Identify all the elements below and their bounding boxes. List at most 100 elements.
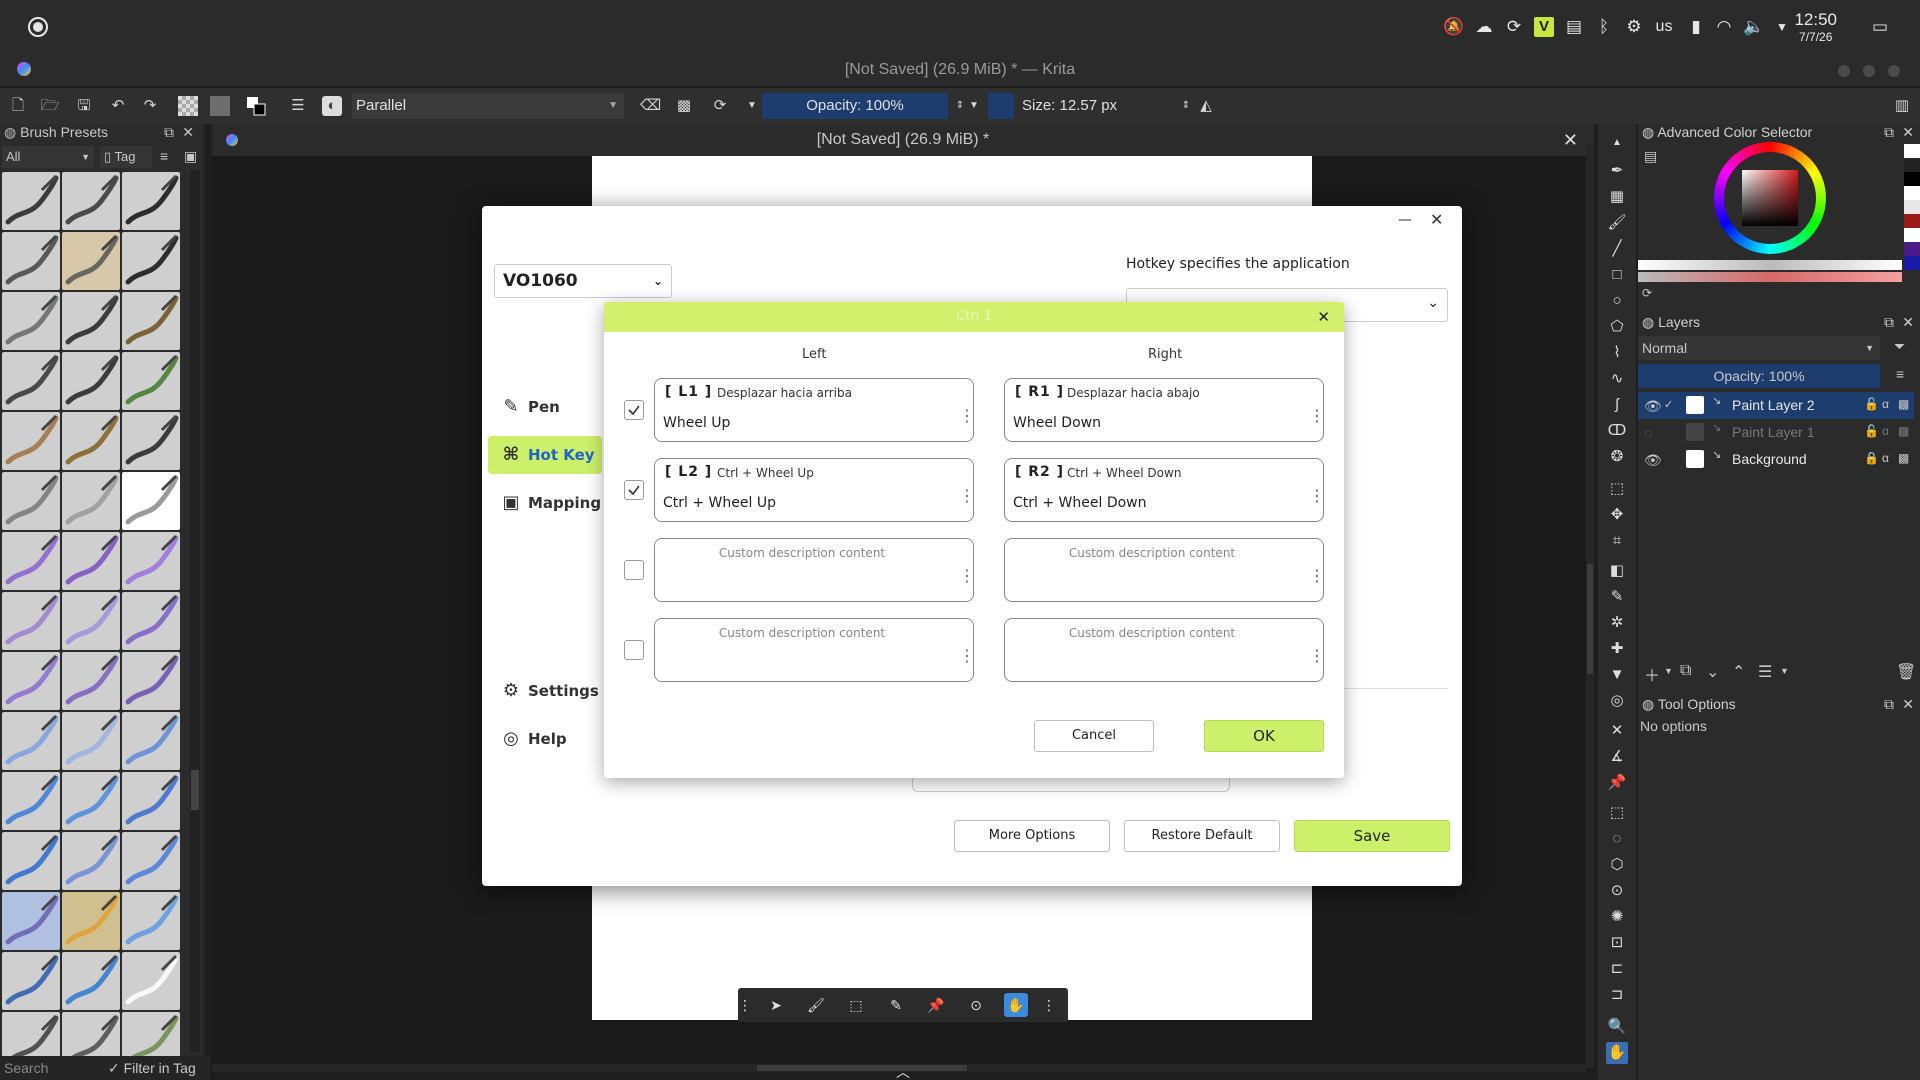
close-document-icon[interactable]: ✕ bbox=[1563, 124, 1578, 156]
notifications-off-icon[interactable]: 🔕 bbox=[1442, 15, 1466, 39]
multibrush-tool-icon[interactable]: ❂ bbox=[1606, 446, 1628, 468]
restore-default-button[interactable]: Restore Default bbox=[1124, 820, 1280, 852]
battery-icon[interactable]: ▮ bbox=[1684, 15, 1708, 39]
rectangular-selection-icon[interactable]: ⬚ bbox=[1606, 802, 1628, 824]
brush-preset-thumbnail[interactable] bbox=[122, 892, 180, 950]
key-description[interactable]: Desplazar hacia arriba bbox=[717, 386, 852, 400]
undo-icon[interactable]: ↶ bbox=[108, 96, 128, 116]
float-icon[interactable]: ⧉ bbox=[1884, 314, 1894, 331]
brush-preset-thumbnail[interactable] bbox=[2, 352, 60, 410]
cancel-button[interactable]: Cancel bbox=[1034, 720, 1154, 752]
brush-preset-thumbnail[interactable] bbox=[2, 772, 60, 830]
key-field-r4[interactable]: Custom description content ⋮ bbox=[1004, 618, 1325, 682]
minimize-icon[interactable]: — bbox=[1398, 212, 1412, 228]
blend-mode-select[interactable]: Parallel ▼ bbox=[352, 93, 624, 119]
row-checkbox[interactable] bbox=[624, 400, 644, 420]
brush-preset-thumbnail[interactable] bbox=[122, 352, 180, 410]
pin-tool-icon[interactable]: 📌 bbox=[924, 993, 948, 1017]
brush-preset-thumbnail[interactable] bbox=[2, 652, 60, 710]
brush-preset-thumbnail[interactable] bbox=[122, 472, 180, 530]
visibility-eye-icon[interactable]: 👁 bbox=[1644, 398, 1662, 415]
brush-scrollbar[interactable] bbox=[190, 170, 200, 1052]
brush-preset-thumbnail[interactable] bbox=[122, 232, 180, 290]
key-field-r2[interactable]: [ R2 ] Ctrl + Wheel Down Ctrl + Wheel Do… bbox=[1004, 458, 1325, 522]
enclose-fill-tool-icon[interactable]: ◎ bbox=[1606, 690, 1628, 712]
eraser-icon[interactable]: ⌫ bbox=[640, 96, 661, 116]
minimize-button[interactable] bbox=[1838, 65, 1850, 77]
brush-preset-thumbnail[interactable] bbox=[2, 592, 60, 650]
visibility-eye-hidden-icon[interactable]: ◌ bbox=[1644, 425, 1652, 441]
freehand-selection-icon[interactable]: ⊙ bbox=[1606, 880, 1628, 902]
clock[interactable]: 12:50 7/7/26 bbox=[1794, 10, 1837, 44]
preset-filter-select[interactable]: All ▼ bbox=[2, 146, 94, 168]
keyboard-layout[interactable]: us bbox=[1652, 15, 1676, 39]
smart-patch-tool-icon[interactable]: ✚ bbox=[1606, 638, 1628, 660]
lasso-tool-icon[interactable]: ⊙ bbox=[964, 993, 988, 1017]
colorize-mask-tool-icon[interactable]: ✲ bbox=[1606, 612, 1628, 634]
delete-layer-icon[interactable]: 🗑 bbox=[1896, 662, 1916, 682]
brush-settings-icon[interactable]: ☰ bbox=[288, 96, 308, 116]
alpha-lock-icon[interactable]: ▩ bbox=[674, 96, 694, 116]
layer-name[interactable]: Paint Layer 2 bbox=[1732, 397, 1815, 413]
brush-preset-thumbnail[interactable] bbox=[122, 412, 180, 470]
row-checkbox[interactable] bbox=[624, 560, 644, 580]
layer-row[interactable]: 👁 ↘ Background 🔒 α ▩ bbox=[1638, 446, 1914, 473]
key-description[interactable]: Ctrl + Wheel Up bbox=[717, 466, 814, 480]
chevron-up-icon[interactable]: ▲ bbox=[1606, 132, 1628, 154]
nav-settings[interactable]: ⚙ Settings bbox=[488, 672, 602, 710]
key-field-l1[interactable]: [ L1 ] Desplazar hacia arriba Wheel Up ⋮ bbox=[654, 378, 975, 442]
ok-button[interactable]: OK bbox=[1204, 720, 1324, 752]
move-layer-down-icon[interactable]: ⌄ bbox=[1706, 662, 1719, 682]
move-layer-up-icon[interactable]: ⌃ bbox=[1732, 662, 1745, 682]
brush-preset-thumbnail[interactable] bbox=[122, 652, 180, 710]
color-swap-icon[interactable] bbox=[246, 96, 266, 116]
key-field-r1[interactable]: [ R1 ] Desplazar hacia abajo Wheel Down … bbox=[1004, 378, 1325, 442]
more-vertical-icon[interactable]: ⋮ bbox=[1309, 408, 1325, 424]
dynamic-brush-tool-icon[interactable]: ↀ bbox=[1606, 420, 1628, 442]
freehand-path-tool-icon[interactable]: ʃ bbox=[1606, 394, 1628, 416]
redo-icon[interactable]: ↷ bbox=[140, 96, 160, 116]
close-icon[interactable]: ✕ bbox=[1317, 308, 1330, 326]
brush-preset-thumbnail[interactable] bbox=[122, 592, 180, 650]
row-checkbox[interactable] bbox=[624, 480, 644, 500]
gradient-tool-icon[interactable]: ◧ bbox=[1606, 560, 1628, 582]
rectangle-tool-icon[interactable]: □ bbox=[1606, 264, 1628, 286]
brush-preset-thumbnail[interactable] bbox=[2, 292, 60, 350]
key-field-l4[interactable]: Custom description content ⋮ bbox=[654, 618, 975, 682]
key-description-placeholder[interactable]: Custom description content bbox=[1005, 626, 1323, 640]
crop-tool-icon[interactable]: ⌗ bbox=[1606, 530, 1628, 552]
hue-ring[interactable] bbox=[1714, 142, 1826, 254]
bezier-selection-icon[interactable]: ⊏ bbox=[1606, 958, 1628, 980]
line-tool-icon[interactable]: ╱ bbox=[1606, 238, 1628, 260]
filter-icon[interactable]: ⏷ bbox=[1894, 338, 1905, 355]
brush-preset-thumbnail[interactable] bbox=[122, 172, 180, 230]
zoom-tool-icon[interactable]: 🔍 bbox=[1606, 1016, 1628, 1038]
brush-preset-thumbnail[interactable] bbox=[122, 952, 180, 1010]
chevron-up-icon[interactable]: ︿ bbox=[896, 1062, 910, 1080]
brush-preset-thumbnail[interactable] bbox=[122, 772, 180, 830]
reference-tool-icon[interactable]: 📌 bbox=[1606, 772, 1628, 794]
brush-preset-thumbnail[interactable] bbox=[2, 532, 60, 590]
brush-preset-thumbnail[interactable] bbox=[122, 712, 180, 770]
maximize-button[interactable] bbox=[1863, 65, 1875, 77]
saturation-slider[interactable] bbox=[1638, 272, 1902, 282]
nav-hot-key[interactable]: ⌘ Hot Key bbox=[488, 436, 602, 474]
layer-row[interactable]: 👁 ✓ ↘ Paint Layer 2 🔓 α ▩ bbox=[1638, 392, 1914, 419]
close-icon[interactable]: ✕ bbox=[1902, 124, 1914, 141]
key-description[interactable]: Desplazar hacia abajo bbox=[1067, 386, 1200, 400]
lock-icon[interactable]: 🔒 bbox=[1864, 451, 1879, 465]
chevron-down-icon[interactable]: ▼ bbox=[1780, 666, 1789, 676]
contiguous-selection-icon[interactable]: ✺ bbox=[1606, 906, 1628, 928]
more-vertical-icon[interactable]: ⋮ bbox=[1309, 488, 1325, 504]
brush-search-input[interactable]: Search bbox=[4, 1060, 48, 1076]
brush-preset-thumbnail[interactable] bbox=[2, 952, 60, 1010]
brush-preset-thumbnail[interactable] bbox=[2, 712, 60, 770]
brush-preset-thumbnail[interactable] bbox=[62, 172, 120, 230]
close-icon[interactable]: ✕ bbox=[182, 124, 194, 141]
layer-menu-icon[interactable]: ≡ bbox=[1896, 366, 1904, 382]
canvas-vertical-scrollbar[interactable] bbox=[1586, 144, 1594, 1068]
more-vertical-icon[interactable]: ⋮ bbox=[1309, 648, 1325, 664]
brush-preset-thumbnail[interactable] bbox=[62, 292, 120, 350]
measure-tool-icon[interactable]: ∡ bbox=[1606, 746, 1628, 768]
color-settings-icon[interactable]: ▤ bbox=[1644, 148, 1657, 165]
